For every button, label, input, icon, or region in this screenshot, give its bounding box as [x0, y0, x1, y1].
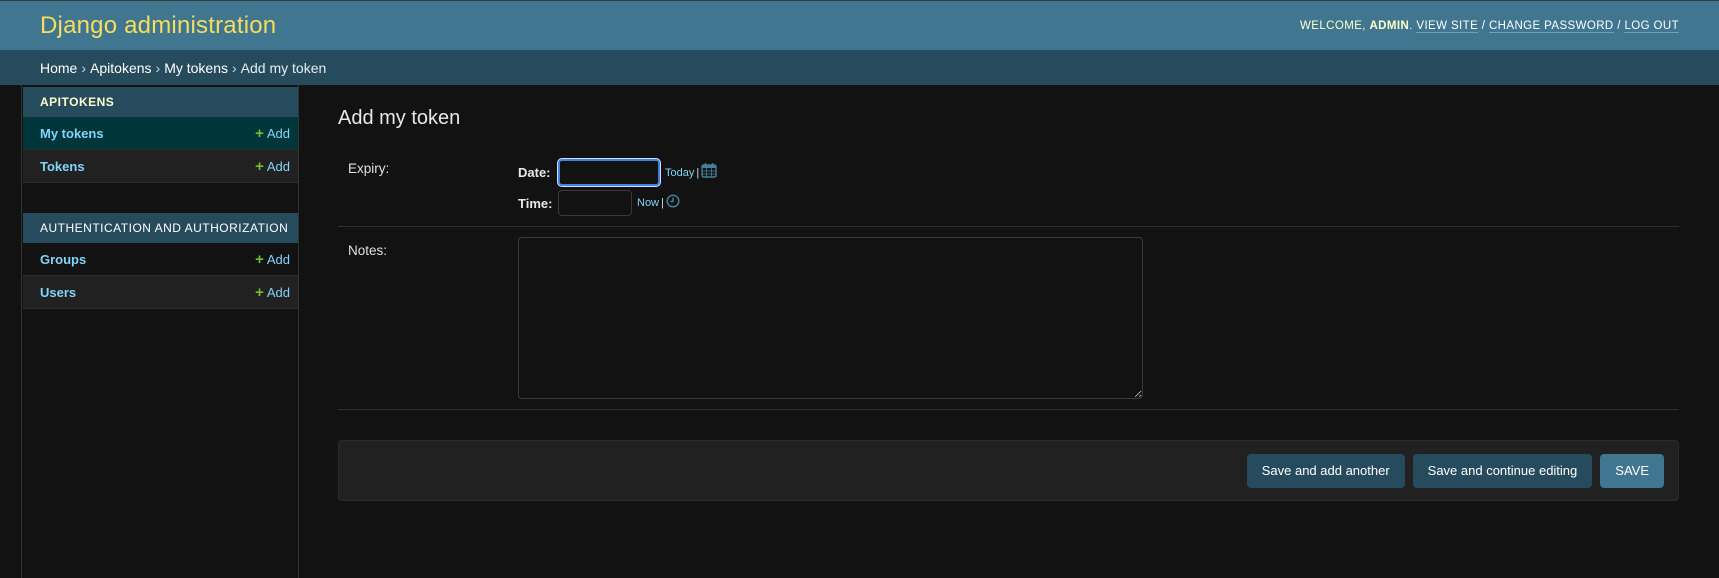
app-module-apitokens: Apitokens My tokens + Add Tokens + Add — [23, 87, 298, 183]
calendar-icon[interactable] — [701, 162, 717, 183]
today-link[interactable]: Today — [665, 167, 694, 179]
breadcrumb-separator: › — [232, 59, 237, 76]
breadcrumb-current: Add my token — [240, 59, 327, 76]
form-row-notes: Notes: — [338, 227, 1679, 410]
main-content: Add my token Expiry: Date: Today | Time:… — [338, 85, 1679, 501]
user-tools: Welcome, admin. View site / Change passw… — [1300, 19, 1679, 33]
add-label: Add — [266, 284, 290, 300]
shortcut-separator: | — [696, 166, 700, 179]
expiry-label: Expiry: — [348, 161, 390, 176]
date-line: Date: Today | — [518, 159, 717, 186]
change-password-link[interactable]: Change password — [1488, 19, 1614, 33]
app-module-auth: Authentication and Authorization Groups … — [23, 213, 298, 309]
date-label: Date: — [518, 165, 551, 180]
breadcrumb-apitokens[interactable]: Apitokens — [90, 60, 151, 76]
date-input[interactable] — [558, 159, 660, 186]
notes-textarea[interactable] — [518, 237, 1143, 399]
module-caption[interactable]: Authentication and Authorization — [23, 213, 298, 243]
page-title: Add my token — [338, 107, 461, 129]
add-link[interactable]: + Add — [255, 285, 290, 300]
add-label: Add — [266, 251, 290, 267]
expiry-datetime: Date: Today | Time: Now | — [518, 155, 717, 216]
form-row-expiry: Expiry: Date: Today | Time: Now | — [338, 137, 1679, 227]
model-link[interactable]: My tokens — [40, 126, 104, 141]
breadcrumb-separator: › — [81, 59, 87, 76]
breadcrumb-my-tokens[interactable]: My tokens — [164, 60, 228, 76]
add-link[interactable]: + Add — [255, 159, 290, 174]
welcome-text: Welcome, — [1300, 19, 1370, 32]
time-input[interactable] — [558, 190, 632, 216]
plus-icon: + — [255, 283, 264, 301]
shortcut-separator: | — [661, 197, 664, 209]
save-and-add-another-button[interactable]: Save and add another — [1246, 453, 1405, 488]
breadcrumb-home[interactable]: Home — [40, 60, 77, 76]
time-line: Time: Now | — [518, 190, 717, 216]
add-label: Add — [266, 158, 290, 174]
save-and-continue-button[interactable]: Save and continue editing — [1412, 453, 1593, 488]
site-branding[interactable]: Django administration — [40, 12, 276, 40]
add-link[interactable]: + Add — [255, 126, 290, 141]
sidebar-item-users: Users + Add — [23, 276, 298, 309]
save-button[interactable]: Save — [1600, 453, 1664, 488]
breadcrumb-separator: › — [155, 59, 161, 76]
separator: / — [1481, 19, 1486, 32]
log-out-link[interactable]: Log out — [1624, 19, 1679, 33]
model-link[interactable]: Groups — [40, 252, 86, 267]
sidebar-item-my-tokens: My tokens + Add — [23, 117, 298, 150]
module-caption[interactable]: Apitokens — [23, 87, 298, 117]
add-label: Add — [266, 125, 290, 141]
clock-icon[interactable] — [666, 193, 680, 213]
plus-icon: + — [255, 124, 264, 142]
username: admin — [1369, 19, 1410, 32]
header: Django administration Welcome, admin. Vi… — [0, 0, 1719, 50]
add-link[interactable]: + Add — [255, 252, 290, 267]
plus-icon: + — [255, 250, 264, 268]
plus-icon: + — [255, 157, 264, 175]
sidebar-item-tokens: Tokens + Add — [23, 150, 298, 183]
notes-label: Notes: — [348, 243, 388, 258]
separator: / — [1617, 19, 1621, 32]
nav-sidebar: Apitokens My tokens + Add Tokens + Add A… — [23, 85, 299, 578]
breadcrumb: Home › Apitokens › My tokens › Add my to… — [0, 50, 1719, 85]
submit-row: Save and add another Save and continue e… — [338, 440, 1679, 501]
view-site-link[interactable]: View site — [1416, 19, 1479, 33]
time-label: Time: — [518, 195, 553, 211]
now-link[interactable]: Now — [637, 197, 659, 209]
model-link[interactable]: Tokens — [40, 159, 85, 174]
sidebar-item-groups: Groups + Add — [23, 243, 298, 276]
sidebar-toggle-rail[interactable] — [0, 85, 22, 578]
welcome-suffix: . — [1409, 19, 1413, 32]
model-link[interactable]: Users — [40, 285, 76, 300]
